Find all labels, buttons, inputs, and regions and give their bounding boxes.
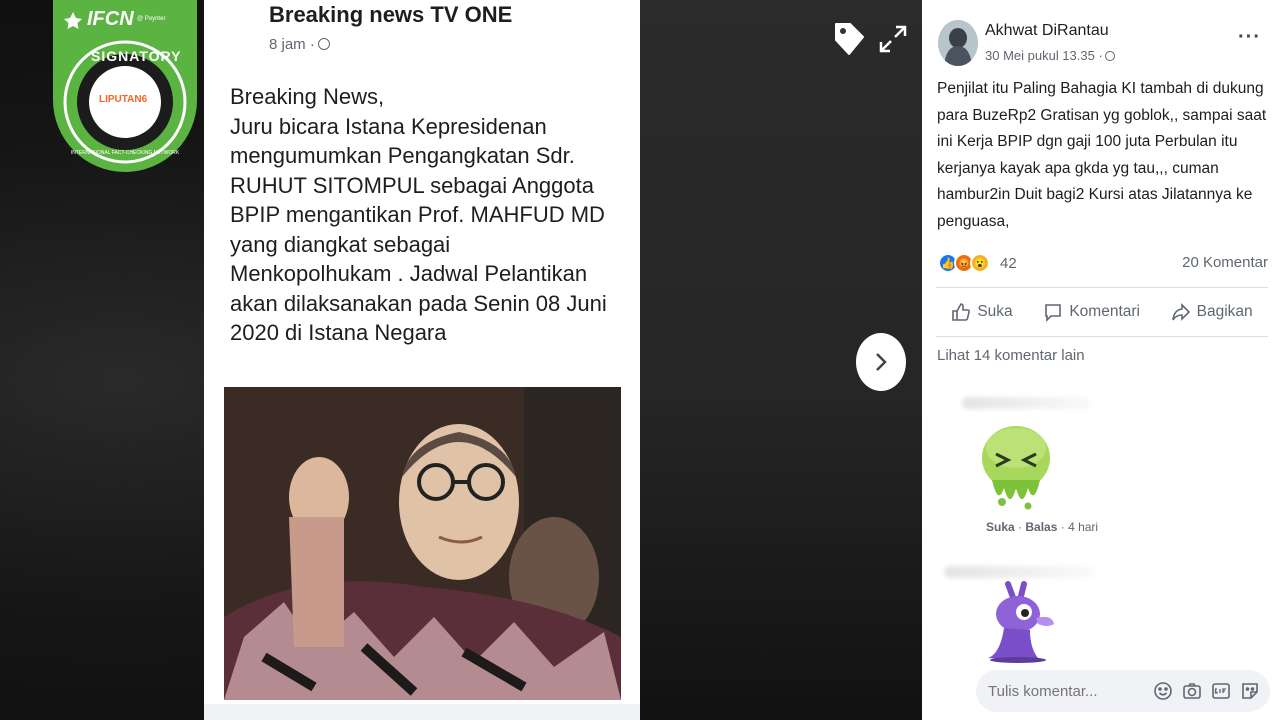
reactions-summary[interactable]: 👍 😡 😮 42: [938, 250, 1017, 276]
share-button[interactable]: Bagikan: [1171, 302, 1253, 322]
post-author[interactable]: Akhwat DiRantau: [985, 22, 1109, 40]
sick-sticker: [978, 418, 1054, 514]
comment-reply-link[interactable]: Balas: [1025, 520, 1057, 534]
comment-label: Komentari: [1069, 303, 1140, 320]
reaction-count: 42: [1000, 254, 1017, 272]
divider: [936, 336, 1268, 337]
shared-post-card: Breaking news TV ONE 8 jam · Breaking Ne…: [204, 0, 640, 720]
blurred-commenter-name: [962, 397, 1092, 409]
expand-icon[interactable]: [878, 24, 908, 54]
publisher-logo: LIPUTAN6: [99, 94, 148, 105]
globe-icon: [1104, 51, 1115, 61]
sticker-icon[interactable]: [1240, 681, 1260, 701]
comment-composer: [976, 670, 1270, 712]
post-caption: Penjilat itu Paling Bahagia KI tambah di…: [937, 80, 1267, 230]
post-photo[interactable]: [224, 387, 621, 700]
post-page-name[interactable]: Breaking news TV ONE: [269, 2, 512, 28]
more-options-button[interactable]: ···: [1238, 26, 1261, 49]
purple-creature-sticker: [978, 578, 1056, 664]
like-label: Suka: [977, 303, 1013, 320]
ifcn-sublabel: @ Poynter: [137, 16, 166, 22]
post-timestamp-text: 30 Mei pukul 13.35 ·: [985, 48, 1103, 63]
post-time: 8 jam ·: [269, 36, 330, 53]
comment-input[interactable]: [988, 678, 1138, 704]
photo-viewer: IFCN @ Poynter SIGNATORY INTERNATIONAL F…: [0, 0, 1280, 720]
post-footer-strip: [204, 704, 640, 720]
comment-age[interactable]: 4 hari: [1068, 520, 1098, 534]
like-button[interactable]: Suka: [951, 302, 1013, 322]
divider: [936, 287, 1268, 288]
post-line: Menkopolhukam . Jadwal Pelantikan: [230, 261, 588, 286]
comment-meta: Suka · Balas · 4 hari: [986, 520, 1099, 534]
share-icon: [1171, 303, 1190, 321]
post-line: BPIP mengantikan Prof. MAHFUD MD: [230, 202, 605, 227]
globe-icon: [317, 38, 330, 50]
network-label: INTERNATIONAL FACT-CHECKING NETWORK: [70, 150, 180, 156]
post-line: mengumumkan Pengangkatan Sdr.: [230, 143, 575, 168]
post-time-text: 8 jam ·: [269, 36, 315, 53]
post-line: yang diangkat sebagai: [230, 231, 451, 257]
avatar[interactable]: [938, 20, 978, 66]
post-body: Breaking News, Juru bicara Istana Kepres…: [230, 82, 630, 348]
tag-icon[interactable]: [832, 20, 866, 58]
emoji-icon[interactable]: [1153, 681, 1173, 701]
ifcn-label: IFCN: [87, 8, 134, 30]
gif-icon[interactable]: [1211, 681, 1231, 701]
like-icon: [952, 303, 971, 321]
post-line: Breaking News,: [230, 84, 385, 109]
blurred-commenter-name: [944, 566, 1094, 578]
comment-icon: [1045, 304, 1062, 322]
share-label: Bagikan: [1196, 303, 1253, 320]
post-line: RUHUT SITOMPUL sebagai Anggota: [230, 172, 594, 198]
post-actions: Suka Komentari Bagikan: [936, 295, 1268, 329]
post-timestamp[interactable]: 30 Mei pukul 13.35 ·: [985, 48, 1115, 63]
signatory-label: SIGNATORY: [91, 48, 182, 64]
composer-icons: [1153, 681, 1260, 701]
next-photo-button[interactable]: [856, 333, 906, 391]
post-line: Juru bicara Istana Kepresidenan: [230, 113, 547, 139]
view-more-comments-link[interactable]: Lihat 14 komentar lain: [937, 347, 1085, 364]
chevron-right-icon: [876, 353, 887, 371]
comment-count[interactable]: 20 Komentar: [1182, 254, 1268, 271]
comment-like-link[interactable]: Suka: [986, 520, 1015, 534]
camera-icon[interactable]: [1182, 681, 1202, 701]
post-side-panel: Akhwat DiRantau 30 Mei pukul 13.35 · ···…: [922, 0, 1280, 720]
ifcn-signatory-badge: IFCN @ Poynter SIGNATORY INTERNATIONAL F…: [53, 0, 197, 172]
post-line: akan dilaksanakan pada Senin 08 Juni: [230, 290, 607, 316]
comment-button[interactable]: Komentari: [1043, 302, 1140, 322]
post-line: 2020 di Istana Negara: [230, 320, 447, 345]
wow-reaction-icon: 😮: [970, 253, 990, 273]
post-header: Breaking news TV ONE 8 jam ·: [204, 0, 640, 62]
